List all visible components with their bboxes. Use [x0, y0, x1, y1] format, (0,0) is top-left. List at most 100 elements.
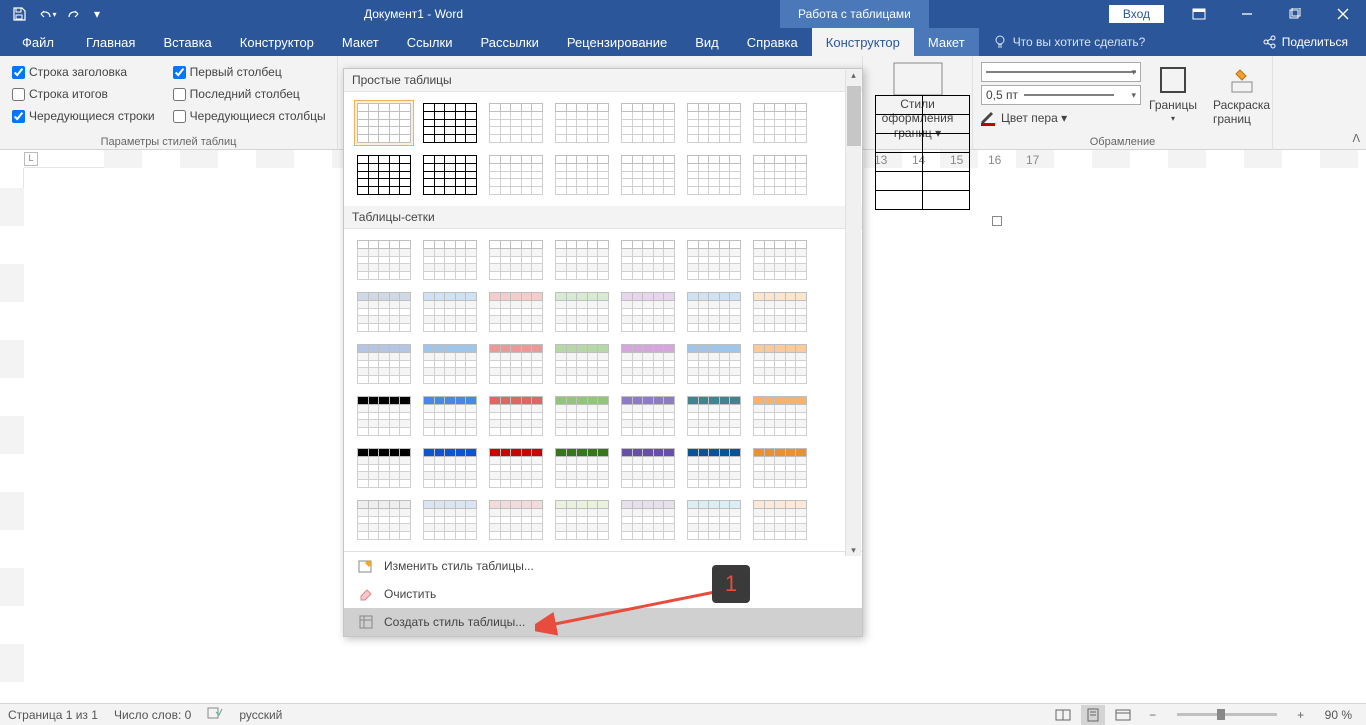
view-read-mode[interactable] — [1051, 705, 1075, 725]
table-style-thumb[interactable] — [618, 497, 678, 543]
status-page[interactable]: Страница 1 из 1 — [8, 708, 98, 722]
status-spellcheck-icon[interactable] — [207, 706, 223, 723]
view-web-layout[interactable] — [1111, 705, 1135, 725]
view-print-layout[interactable] — [1081, 705, 1105, 725]
check-banded-rows[interactable]: Чередующиеся строки — [12, 106, 155, 126]
table-style-thumb[interactable] — [750, 341, 810, 387]
table-style-thumb[interactable] — [552, 237, 612, 283]
line-style-dropdown[interactable] — [981, 62, 1141, 82]
scrollbar-thumb[interactable] — [847, 86, 861, 146]
gallery-scrollbar[interactable]: ▴ ▾ — [845, 70, 861, 556]
table-resize-handle[interactable] — [992, 216, 1002, 226]
table-style-thumb[interactable] — [684, 152, 744, 198]
tab-selector[interactable]: L — [24, 152, 38, 166]
tab-references[interactable]: Ссылки — [393, 28, 467, 56]
table-style-thumb[interactable] — [552, 393, 612, 439]
table-style-thumb[interactable] — [486, 341, 546, 387]
table-style-thumb[interactable] — [420, 100, 480, 146]
table-style-thumb[interactable] — [552, 445, 612, 491]
table-style-thumb[interactable] — [354, 237, 414, 283]
table-style-thumb[interactable] — [486, 393, 546, 439]
redo-button[interactable] — [62, 2, 88, 26]
tab-view[interactable]: Вид — [681, 28, 733, 56]
table-style-thumb[interactable] — [750, 100, 810, 146]
tab-review[interactable]: Рецензирование — [553, 28, 681, 56]
check-first-column[interactable]: Первый столбец — [173, 62, 326, 82]
tab-layout[interactable]: Макет — [328, 28, 393, 56]
minimize-button[interactable] — [1224, 0, 1270, 28]
qat-customize[interactable]: ▾ — [90, 2, 104, 26]
check-header-row[interactable]: Строка заголовка — [12, 62, 155, 82]
table-style-thumb[interactable] — [354, 289, 414, 335]
table-style-thumb[interactable] — [420, 237, 480, 283]
table-style-thumb[interactable] — [420, 445, 480, 491]
table-style-thumb[interactable] — [684, 393, 744, 439]
table-style-thumb[interactable] — [552, 341, 612, 387]
table-style-thumb[interactable] — [684, 100, 744, 146]
table-style-thumb[interactable] — [684, 237, 744, 283]
table-style-thumb[interactable] — [618, 289, 678, 335]
login-button[interactable]: Вход — [1109, 5, 1164, 23]
table-style-thumb[interactable] — [552, 289, 612, 335]
table-style-thumb[interactable] — [750, 497, 810, 543]
table-style-thumb[interactable] — [750, 237, 810, 283]
check-total-row[interactable]: Строка итогов — [12, 84, 155, 104]
table-style-thumb[interactable] — [618, 393, 678, 439]
table-style-thumb[interactable] — [684, 497, 744, 543]
tab-design[interactable]: Конструктор — [226, 28, 328, 56]
table-style-thumb[interactable] — [552, 497, 612, 543]
table-style-thumb[interactable] — [684, 289, 744, 335]
table-style-thumb[interactable] — [420, 289, 480, 335]
table-style-thumb[interactable] — [354, 100, 414, 146]
pen-color-button[interactable]: Цвет пера ▾ — [981, 108, 1141, 128]
zoom-out[interactable]: − — [1141, 705, 1165, 725]
table-style-thumb[interactable] — [486, 237, 546, 283]
table-style-thumb[interactable] — [486, 152, 546, 198]
tab-table-design[interactable]: Конструктор — [812, 28, 914, 56]
save-button[interactable] — [6, 2, 32, 26]
table-style-thumb[interactable] — [750, 152, 810, 198]
table-style-thumb[interactable] — [552, 152, 612, 198]
table-style-thumb[interactable] — [486, 497, 546, 543]
table-style-thumb[interactable] — [750, 289, 810, 335]
menu-clear[interactable]: Очистить — [344, 580, 862, 608]
table-style-thumb[interactable] — [420, 393, 480, 439]
table-style-thumb[interactable] — [618, 237, 678, 283]
table-style-thumb[interactable] — [354, 152, 414, 198]
tab-insert[interactable]: Вставка — [149, 28, 225, 56]
zoom-in[interactable]: + — [1289, 705, 1313, 725]
collapse-ribbon-button[interactable]: ᐱ — [1352, 132, 1360, 145]
menu-modify-style[interactable]: Изменить стиль таблицы... — [344, 552, 862, 580]
table-style-thumb[interactable] — [750, 393, 810, 439]
table-style-thumb[interactable] — [420, 497, 480, 543]
tab-home[interactable]: Главная — [72, 28, 149, 56]
table-style-thumb[interactable] — [684, 445, 744, 491]
table-style-thumb[interactable] — [684, 341, 744, 387]
vertical-ruler[interactable] — [0, 168, 24, 703]
table-style-thumb[interactable] — [486, 100, 546, 146]
table-style-thumb[interactable] — [486, 445, 546, 491]
status-word-count[interactable]: Число слов: 0 — [114, 708, 191, 722]
table-style-thumb[interactable] — [618, 152, 678, 198]
check-banded-columns[interactable]: Чередующиеся столбцы — [173, 106, 326, 126]
check-last-column[interactable]: Последний столбец — [173, 84, 326, 104]
line-weight-dropdown[interactable]: 0,5 пт — [981, 85, 1141, 105]
zoom-level[interactable]: 90 % — [1325, 708, 1352, 722]
tell-me-search[interactable]: Что вы хотите сделать? — [979, 28, 1160, 56]
table-style-thumb[interactable] — [420, 152, 480, 198]
status-language[interactable]: русский — [239, 708, 282, 722]
table-style-thumb[interactable] — [486, 289, 546, 335]
table-style-thumb[interactable] — [354, 445, 414, 491]
table-style-thumb[interactable] — [618, 100, 678, 146]
table-style-thumb[interactable] — [750, 445, 810, 491]
table-style-thumb[interactable] — [552, 100, 612, 146]
menu-new-style[interactable]: Создать стиль таблицы... — [344, 608, 862, 636]
table-style-thumb[interactable] — [618, 341, 678, 387]
share-button[interactable]: Поделиться — [1244, 28, 1366, 56]
tab-table-layout[interactable]: Макет — [914, 28, 979, 56]
maximize-button[interactable] — [1272, 0, 1318, 28]
tab-help[interactable]: Справка — [733, 28, 812, 56]
document-table[interactable] — [875, 95, 970, 210]
tab-file[interactable]: Файл — [4, 28, 72, 56]
tab-mailings[interactable]: Рассылки — [466, 28, 552, 56]
